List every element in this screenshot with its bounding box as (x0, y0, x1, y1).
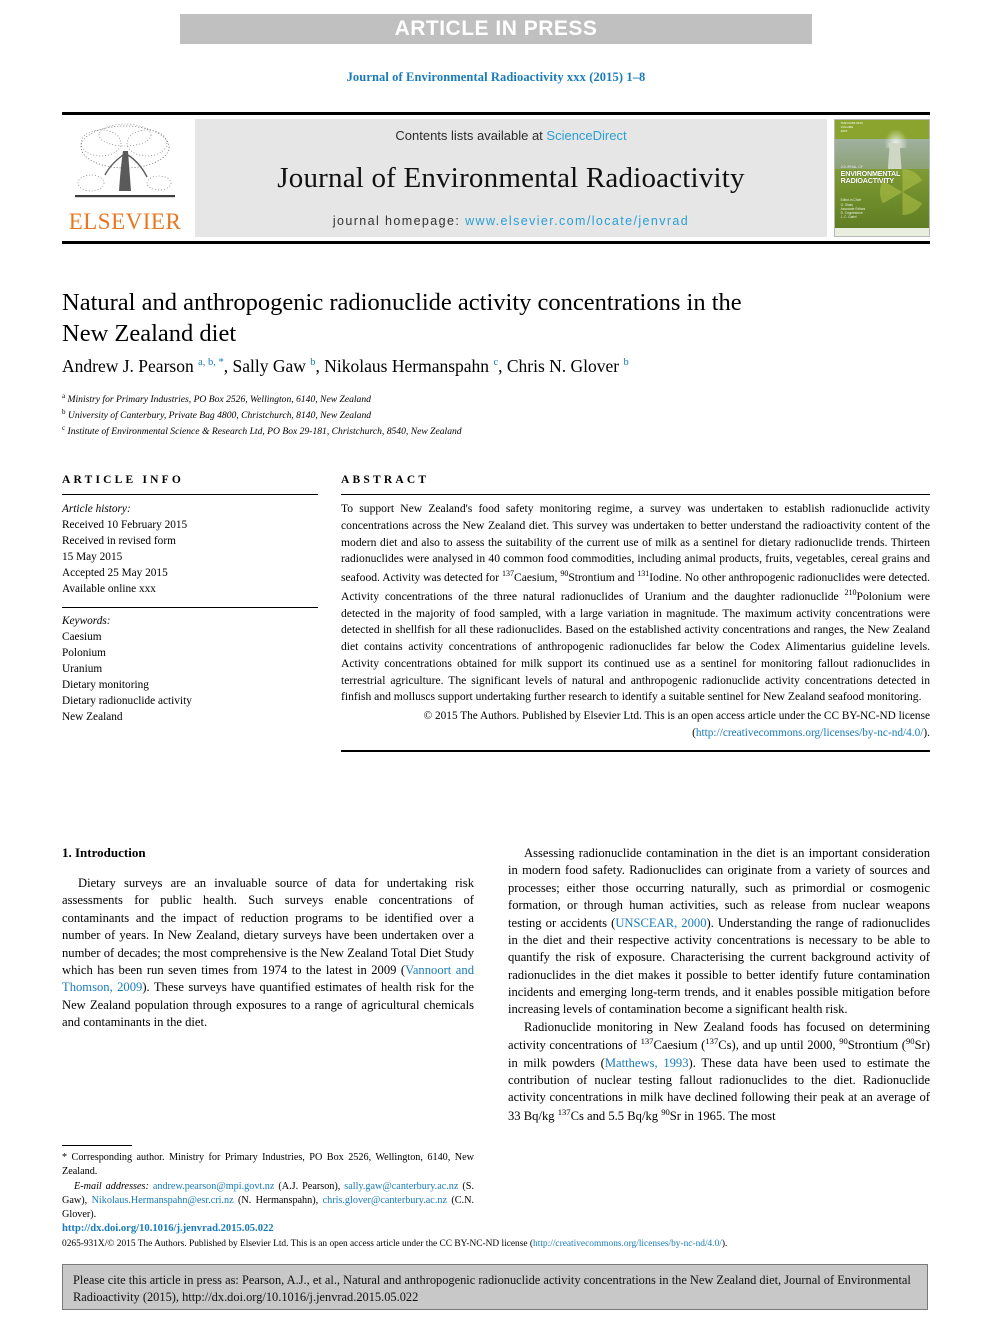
body-left-column: 1. Introduction Dietary surveys are an i… (62, 845, 474, 1031)
issn-copyright-line: 0265-931X/© 2015 The Authors. Published … (62, 1238, 728, 1249)
footnote-block: * Corresponding author. Ministry for Pri… (62, 1145, 474, 1222)
email-addresses-note: E-mail addresses: andrew.pearson@mpi.gov… (62, 1180, 474, 1221)
corresponding-author-note: * Corresponding author. Ministry for Pri… (62, 1152, 474, 1178)
abstract-column: ABSTRACT To support New Zealand's food s… (341, 474, 930, 760)
masthead-bottom-rule (62, 241, 930, 244)
homepage-prefix: journal homepage: (332, 214, 466, 228)
affiliation-text-c: Institute of Environmental Science & Res… (67, 426, 462, 438)
keywords-label: Keywords: (62, 615, 111, 628)
article-in-press-banner: ARTICLE IN PRESS (180, 14, 812, 44)
masthead-top-rule (62, 112, 930, 115)
abstract-text: To support New Zealand's food safety mon… (341, 502, 930, 704)
affiliation-list: a Ministry for Primary Industries, PO Bo… (62, 391, 922, 439)
article-history-item: Received in revised form (62, 535, 176, 548)
affiliation-marker-b: b (62, 408, 66, 417)
article-history-block: Article history: Received 10 February 20… (62, 501, 318, 597)
running-head: Journal of Environmental Radioactivity x… (346, 70, 646, 84)
abstract-bottom-rule (341, 750, 930, 753)
cover-title-text: JOURNAL OF ENVIRONMENTAL RADIOACTIVITY (840, 166, 901, 186)
keyword-item: Dietary radionuclide activity (62, 695, 192, 708)
doi-link[interactable]: http://dx.doi.org/10.1016/j.jenvrad.2015… (62, 1222, 930, 1236)
article-info-heading: ARTICLE INFO (62, 474, 185, 486)
cite-this-article-text: Please cite this article in press as: Pe… (73, 1273, 911, 1304)
affiliation-item: b University of Canterbury, Private Bag … (62, 407, 922, 423)
body-paragraph: Assessing radionuclide contamination in … (508, 846, 930, 1017)
keyword-item: Caesium (62, 631, 102, 644)
contents-lists-line: Contents lists available at ScienceDirec… (395, 128, 626, 143)
cover-title-line3: RADIOACTIVITY (840, 176, 895, 186)
keywords-rule (62, 607, 318, 609)
section-heading-introduction: 1. Introduction (62, 845, 146, 860)
body-paragraph: Dietary surveys are an invaluable source… (62, 876, 475, 1029)
cover-top-caption: ISSN 0265-931X VOLUME 2015 (840, 121, 864, 134)
footnote-rule (62, 1145, 132, 1146)
article-in-press-label: ARTICLE IN PRESS (394, 17, 598, 40)
article-history-label: Article history: (62, 503, 131, 515)
elsevier-wordmark: ELSEVIER (68, 209, 182, 234)
body-paragraph: Radionuclide monitoring in New Zealand f… (508, 1019, 930, 1123)
contents-lists-prefix: Contents lists available at (395, 128, 547, 143)
abstract-copyright: © 2015 The Authors. Published by Elsevie… (423, 710, 930, 739)
keywords-block: Keywords: Caesium Polonium Uranium Dieta… (62, 613, 318, 725)
masthead-center-panel: Contents lists available at ScienceDirec… (195, 119, 827, 237)
article-page: ARTICLE IN PRESS Journal of Environmenta… (0, 0, 992, 1323)
keyword-item: Dietary monitoring (62, 679, 149, 692)
affiliation-text-a: Ministry for Primary Industries, PO Box … (67, 394, 371, 406)
journal-cover-thumbnail: ISSN 0265-931X VOLUME 2015 JOURNAL OF ENVI… (834, 119, 930, 237)
affiliation-item: a Ministry for Primary Industries, PO Bo… (62, 391, 922, 407)
article-history-item: 15 May 2015 (62, 551, 123, 564)
elsevier-logo: ELSEVIER (62, 119, 188, 237)
article-info-column: ARTICLE INFO Article history: Received 1… (62, 474, 318, 725)
cover-editor-text: Editor-in-Chief G. Shaw Associate Editors D… (840, 198, 866, 220)
keyword-item: New Zealand (62, 711, 123, 724)
keyword-item: Polonium (62, 647, 106, 660)
affiliation-marker-a: a (62, 392, 66, 400)
journal-title: Journal of Environmental Radioactivity (277, 162, 745, 194)
article-history-item: Accepted 25 May 2015 (62, 567, 168, 580)
sciencedirect-link[interactable]: ScienceDirect (546, 128, 626, 143)
article-history-item: Available online xxx (62, 583, 156, 596)
affiliation-text-b: University of Canterbury, Private Bag 48… (67, 410, 372, 422)
affiliation-item: c Institute of Environmental Science & R… (62, 423, 922, 439)
article-info-rule (62, 494, 318, 495)
article-history-item: Received 10 February 2015 (62, 519, 188, 532)
body-right-column: Assessing radionuclide contamination in … (508, 845, 930, 1125)
abstract-heading: ABSTRACT (341, 474, 430, 486)
keyword-item: Uranium (62, 663, 103, 676)
author-list: Andrew J. Pearson a, b, *, Sally Gaw b, … (62, 356, 629, 376)
elsevier-tree-icon (75, 123, 175, 198)
paper-title: Natural and anthropogenic radionuclide a… (62, 289, 742, 347)
affiliation-marker-c: c (62, 424, 66, 433)
journal-homepage-line: journal homepage: www.elsevier.com/locat… (333, 214, 689, 228)
journal-masthead: ELSEVIER Contents lists available at Sci… (62, 112, 930, 244)
cover-bottom-bar (835, 227, 929, 236)
homepage-url-link[interactable]: www.elsevier.com/locate/jenvrad (465, 214, 689, 228)
footer-doi-block: http://dx.doi.org/10.1016/j.jenvrad.2015… (62, 1222, 930, 1251)
cite-this-article-box: Please cite this article in press as: Pe… (62, 1264, 928, 1310)
abstract-rule (341, 494, 930, 495)
